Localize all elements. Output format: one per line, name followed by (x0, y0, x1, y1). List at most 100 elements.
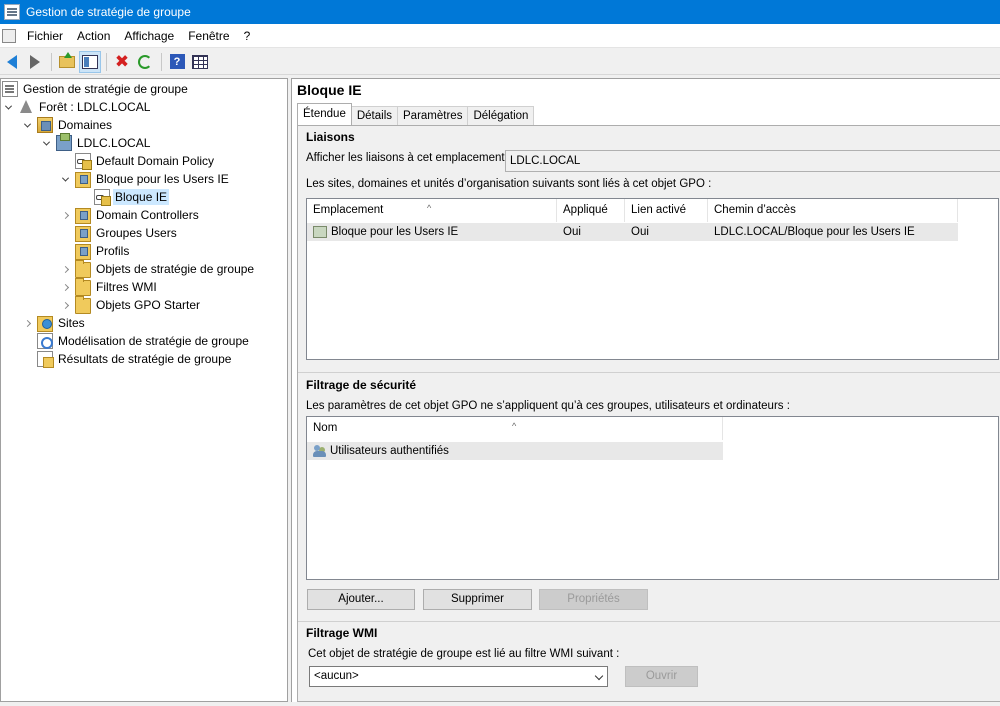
collapse-toggle[interactable] (2, 98, 14, 116)
details-header: Bloque IE (292, 79, 1000, 101)
security-section-title: Filtrage de sécurité (306, 378, 417, 392)
section-divider (298, 621, 1000, 622)
column-header-chemin[interactable]: Chemin d’accès (708, 199, 958, 222)
cell-enabled: Oui (631, 226, 649, 238)
tab-delegation[interactable]: Délégation (467, 106, 535, 125)
properties-view-button[interactable] (189, 51, 211, 73)
links-section-title: Liaisons (306, 130, 355, 144)
properties-button[interactable]: Propriétés (539, 589, 648, 610)
tab-strip: Étendue Détails Paramètres Délégation (297, 103, 535, 125)
menu-help[interactable]: ? (237, 24, 258, 48)
gpmc-icon (2, 81, 18, 97)
chevron-down-icon (23, 120, 31, 128)
gpo-link-icon (94, 189, 111, 206)
column-header-nom[interactable]: Nom ^ (307, 417, 723, 440)
collapse-toggle[interactable] (59, 170, 71, 188)
tree-label: Forêt : LDLC.LOCAL (39, 100, 151, 114)
folder-up-button[interactable] (56, 51, 78, 73)
tree-node-domain[interactable]: LDLC.LOCAL (40, 133, 152, 152)
ou-icon (75, 244, 91, 260)
back-button[interactable] (1, 51, 23, 73)
column-label: Emplacement (313, 204, 384, 216)
menu-fichier[interactable]: Fichier (20, 24, 70, 48)
expand-toggle[interactable] (21, 314, 33, 332)
refresh-button[interactable] (134, 51, 156, 73)
tree-node-default-domain-policy[interactable]: Default Domain Policy (75, 152, 216, 170)
tree-node-bloque-ie[interactable]: Bloque IE (94, 188, 170, 206)
security-list[interactable]: Nom ^ Utilisateurs authentifiés (306, 416, 999, 580)
tab-etendue[interactable]: Étendue (297, 103, 352, 125)
window-menu-icon[interactable] (2, 28, 16, 43)
expand-toggle[interactable] (59, 278, 71, 296)
links-list[interactable]: Emplacement ^ Appliqué Lien activé Chemi… (306, 198, 999, 360)
cell-text: Utilisateurs authentifiés (330, 445, 449, 457)
tree-node-gpo-objects[interactable]: Objets de stratégie de groupe (59, 260, 256, 278)
tree-label: Modélisation de stratégie de groupe (58, 334, 249, 348)
add-button[interactable]: Ajouter... (307, 589, 415, 610)
help-button[interactable]: ? (166, 51, 188, 73)
open-wmi-button[interactable]: Ouvrir (625, 666, 698, 687)
tree-node-profils[interactable]: Profils (75, 242, 131, 260)
forest-icon (18, 99, 34, 115)
tree-node-domains[interactable]: Domaines (21, 116, 114, 134)
tree-node-domain-controllers[interactable]: Domain Controllers (59, 206, 201, 224)
column-label: Chemin d’accès (714, 204, 796, 216)
tab-parametres[interactable]: Paramètres (397, 106, 469, 125)
table-row[interactable]: Utilisateurs authentifiés (307, 442, 723, 460)
show-hide-pane-button[interactable] (79, 50, 101, 73)
remove-button[interactable]: Supprimer (423, 589, 532, 610)
menu-affichage[interactable]: Affichage (117, 24, 181, 48)
properties-view-icon (192, 54, 208, 69)
window-title: Gestion de stratégie de groupe (26, 5, 191, 19)
section-divider (298, 372, 1000, 373)
sort-ascending-icon: ^ (427, 203, 432, 213)
tree-node-wmi-filters[interactable]: Filtres WMI (59, 278, 159, 296)
column-header-emplacement[interactable]: Emplacement ^ (307, 199, 557, 222)
ou-icon (75, 208, 91, 224)
menu-bar: Fichier Action Affichage Fenêtre ? (0, 24, 1000, 48)
ou-icon (75, 226, 91, 242)
menu-action[interactable]: Action (70, 24, 117, 48)
console-tree[interactable]: Gestion de stratégie de groupe Forêt : L… (0, 78, 288, 702)
menu-fenetre[interactable]: Fenêtre (181, 24, 236, 48)
wmi-filter-select[interactable]: <aucun> (309, 666, 608, 687)
table-row[interactable]: Bloque pour les Users IE Oui Oui LDLC.LO… (307, 223, 958, 241)
ou-icon (75, 172, 91, 188)
tree-label: Gestion de stratégie de groupe (23, 82, 188, 96)
tree-node-forest[interactable]: Forêt : LDLC.LOCAL (2, 98, 152, 116)
tree-label: Bloque IE (113, 189, 170, 205)
back-icon (7, 54, 17, 69)
tree-node-sites[interactable]: Sites (21, 314, 87, 332)
tree-label: Objets de stratégie de groupe (96, 262, 255, 276)
expand-toggle[interactable] (59, 260, 71, 278)
column-header-lien-active[interactable]: Lien activé (625, 199, 708, 222)
tree-node-starter-gpos[interactable]: Objets GPO Starter (59, 296, 202, 314)
tab-details[interactable]: Détails (350, 106, 399, 125)
column-header-applique[interactable]: Appliqué (557, 199, 625, 222)
forward-icon (30, 54, 40, 69)
cell-text: Bloque pour les Users IE (331, 226, 459, 238)
delete-icon: ✖ (114, 52, 130, 71)
delete-button[interactable]: ✖ (111, 51, 133, 73)
tree-node-ou-bloque[interactable]: Bloque pour les Users IE (59, 170, 231, 188)
chevron-down-icon (4, 102, 12, 110)
collapse-toggle[interactable] (40, 134, 52, 152)
tree-node-gpmc[interactable]: Gestion de stratégie de groupe (2, 80, 190, 98)
column-label: Lien activé (631, 204, 686, 216)
domain-icon (56, 133, 72, 151)
chevron-down-icon (594, 671, 604, 681)
collapse-toggle[interactable] (21, 116, 33, 134)
tree-node-results[interactable]: Résultats de stratégie de groupe (37, 350, 233, 368)
show-hide-pane-icon (82, 54, 98, 69)
links-location-combo[interactable]: LDLC.LOCAL (505, 150, 1000, 172)
links-location-value: LDLC.LOCAL (510, 155, 581, 167)
column-label: Nom (313, 422, 338, 434)
tree-node-groupes-users[interactable]: Groupes Users (75, 224, 179, 242)
tree-node-modeling[interactable]: Modélisation de stratégie de groupe (37, 332, 251, 350)
expand-toggle[interactable] (59, 296, 71, 314)
tree-label: LDLC.LOCAL (77, 136, 151, 150)
forward-button[interactable] (24, 51, 46, 73)
expand-toggle[interactable] (59, 206, 71, 224)
tree-label: Objets GPO Starter (96, 298, 201, 312)
cell-enforced: Oui (563, 226, 581, 238)
